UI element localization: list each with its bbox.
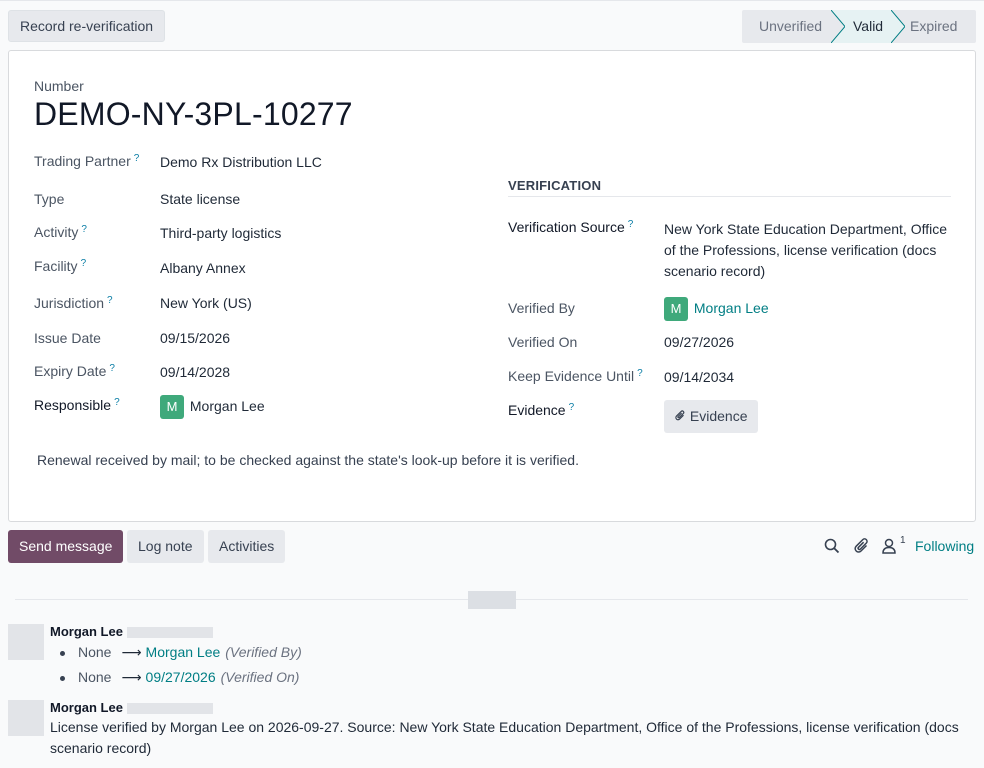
jurisdiction-value[interactable]: New York (US)	[160, 295, 252, 311]
tracking-item: None ⟶ 09/27/2026 (Verified On)	[60, 669, 299, 686]
expiry-date-value[interactable]: 09/14/2028	[160, 364, 230, 380]
help-icon[interactable]: ?	[107, 295, 113, 306]
stage-valid[interactable]: Valid	[831, 10, 891, 43]
keep-evidence-until-value[interactable]: 09/14/2034	[664, 369, 734, 385]
bullet	[60, 650, 65, 656]
field-label: Responsible?	[34, 397, 120, 413]
field-label: Expiry Date?	[34, 363, 115, 379]
stage-label: Expired	[910, 18, 958, 34]
form-sheet: Number DEMO-NY-3PL-10277 Trading Partner…	[8, 50, 976, 522]
record-number: DEMO-NY-3PL-10277	[34, 96, 353, 132]
author-avatar[interactable]	[8, 624, 44, 660]
tracking-item: None ⟶ Morgan Lee (Verified By)	[60, 644, 302, 661]
verification-section-title: VERIFICATION	[508, 178, 951, 197]
help-icon[interactable]: ?	[81, 258, 87, 269]
tracking-new-value[interactable]: 09/27/2026	[146, 669, 216, 685]
user-icon[interactable]	[881, 537, 897, 555]
arrow-right-icon: ⟶	[121, 644, 142, 660]
stage-separator	[891, 10, 905, 43]
stage-label: Unverified	[759, 18, 823, 34]
verified-on-value[interactable]: 09/27/2026	[664, 334, 734, 350]
message-timestamp	[127, 627, 213, 638]
field-label: Activity?	[34, 224, 87, 240]
date-separator	[468, 591, 516, 609]
message-author[interactable]: Morgan Lee	[50, 624, 123, 639]
verified-by-link[interactable]: Morgan Lee	[694, 300, 769, 316]
help-icon[interactable]: ?	[569, 402, 575, 413]
field-label: Issue Date	[34, 330, 101, 346]
record-reverification-button[interactable]: Record re-verification	[8, 10, 166, 42]
bullet	[60, 675, 65, 681]
type-value[interactable]: State license	[160, 191, 240, 207]
log-note-button[interactable]: Log note	[127, 530, 204, 563]
message-timestamp	[127, 703, 213, 714]
activities-button[interactable]: Activities	[208, 530, 286, 563]
help-icon[interactable]: ?	[637, 368, 643, 379]
avatar: M	[160, 395, 184, 419]
field-label: Jurisdiction?	[34, 295, 113, 311]
tracking-field-name: (Verified By)	[225, 644, 302, 660]
responsible-value[interactable]: M Morgan Lee	[160, 395, 265, 419]
facility-link[interactable]: Albany Annex	[160, 260, 246, 276]
following-button[interactable]: Following	[915, 538, 974, 554]
help-icon[interactable]: ?	[628, 219, 634, 230]
tracking-old-value: None	[78, 644, 112, 660]
field-label: Verified On	[508, 334, 578, 350]
paperclip-icon[interactable]	[853, 537, 871, 555]
issue-date-value[interactable]: 09/15/2026	[160, 330, 230, 346]
stage-unverified[interactable]: Unverified	[742, 10, 831, 43]
avatar: M	[664, 297, 688, 321]
evidence-button-label: Evidence	[689, 408, 748, 424]
help-icon[interactable]: ?	[81, 224, 87, 235]
help-icon[interactable]: ?	[114, 397, 120, 408]
stage-separator	[831, 10, 845, 43]
trading-partner-link[interactable]: Demo Rx Distribution LLC	[160, 154, 322, 170]
help-icon[interactable]: ?	[109, 363, 115, 374]
status-bar: Unverified Valid Expired	[742, 10, 976, 43]
control-panel: Record re-verification Unverified Valid …	[0, 0, 984, 50]
stage-expired[interactable]: Expired	[891, 10, 976, 43]
author-avatar[interactable]	[8, 700, 44, 736]
follower-count: 1	[900, 535, 906, 546]
message-author[interactable]: Morgan Lee	[50, 700, 123, 715]
verified-by-value[interactable]: M Morgan Lee	[664, 297, 769, 321]
number-label: Number	[34, 78, 84, 94]
verification-source-value[interactable]: New York State Education Department, Off…	[664, 219, 959, 282]
field-label: Keep Evidence Until?	[508, 368, 643, 384]
record-note: Renewal received by mail; to be checked …	[37, 452, 579, 468]
send-message-button[interactable]: Send message	[8, 530, 124, 563]
field-label: Verified By	[508, 300, 575, 316]
field-label: Evidence?	[508, 402, 575, 418]
activity-value[interactable]: Third-party logistics	[160, 225, 281, 241]
paperclip-icon	[675, 410, 685, 421]
field-label: Type	[34, 191, 65, 207]
field-label: Verification Source?	[508, 219, 634, 235]
field-label: Trading Partner?	[34, 153, 140, 169]
message-body: License verified by Morgan Lee on 2026-0…	[50, 719, 959, 756]
stage-label: Valid	[853, 18, 884, 34]
arrow-right-icon: ⟶	[121, 669, 142, 685]
tracking-new-value[interactable]: Morgan Lee	[146, 644, 221, 660]
help-icon[interactable]: ?	[134, 153, 140, 164]
tracking-old-value: None	[78, 669, 112, 685]
field-label: Facility?	[34, 258, 87, 274]
evidence-button[interactable]: Evidence	[664, 400, 759, 433]
search-icon[interactable]	[823, 537, 841, 555]
responsible-name: Morgan Lee	[189, 397, 265, 414]
tracking-field-name: (Verified On)	[220, 669, 300, 685]
